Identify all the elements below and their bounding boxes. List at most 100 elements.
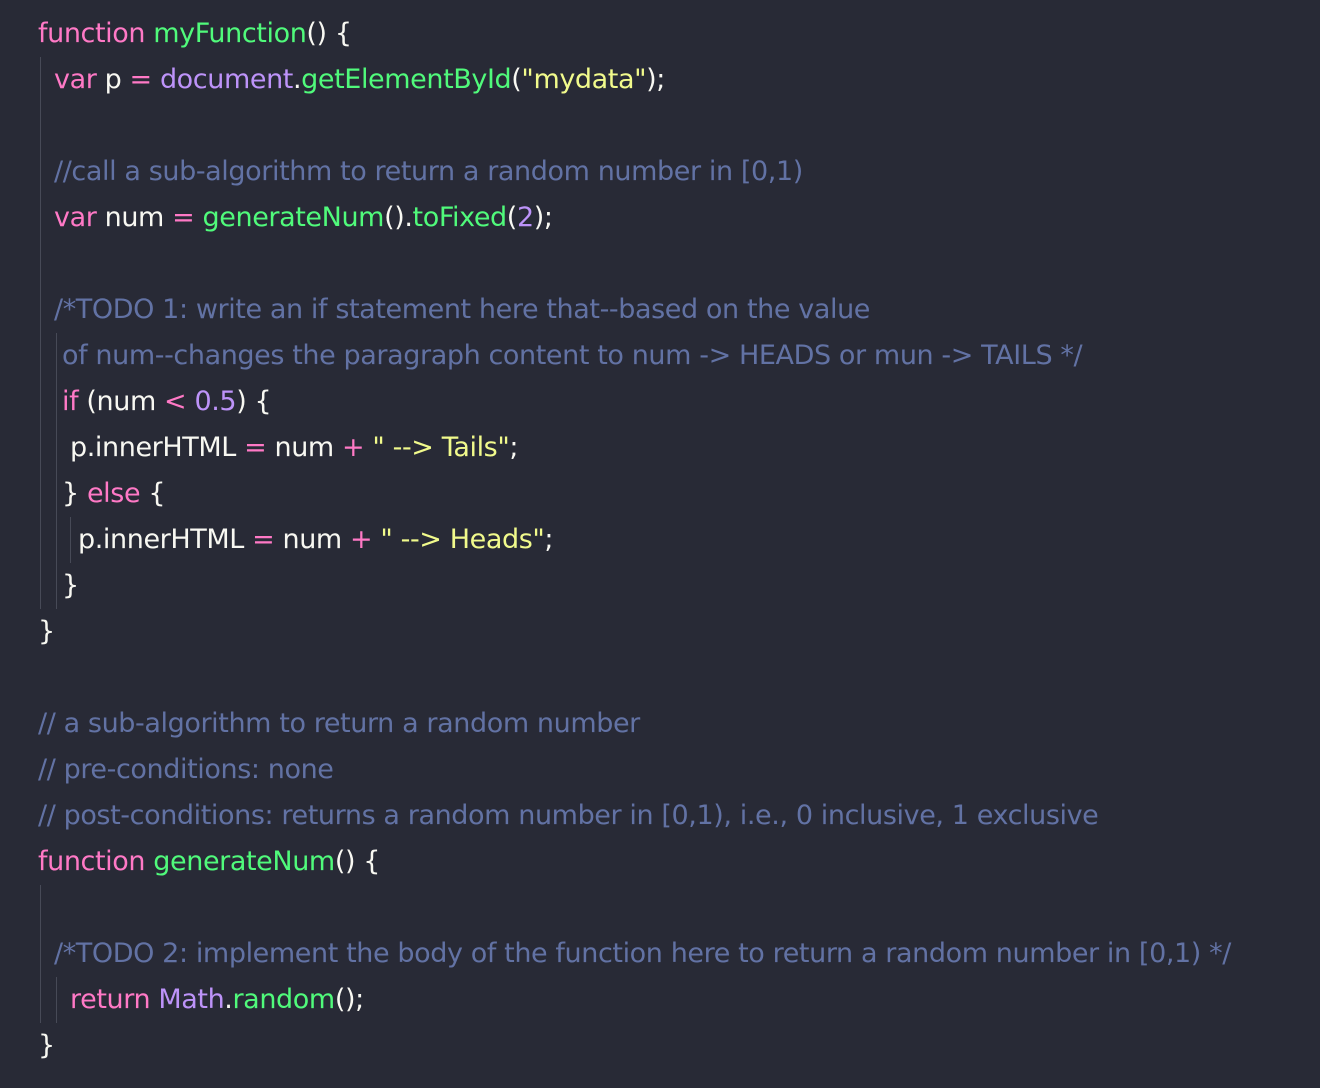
code-line: /*TODO 1: write an if statement here tha… xyxy=(0,287,1320,333)
code-token-comment: // a sub-algorithm to return a random nu… xyxy=(38,708,640,739)
indent-guide xyxy=(56,977,57,1023)
code-token-keyword: var xyxy=(54,64,105,95)
code-line: } xyxy=(0,1023,1320,1069)
code-token-keyword: else xyxy=(86,478,149,509)
indent-guide xyxy=(40,563,41,609)
code-line xyxy=(0,241,1320,287)
code-token-keyword: if xyxy=(62,386,87,417)
code-token-operator: = xyxy=(172,202,203,233)
code-token-comment: /*TODO 2: implement the body of the func… xyxy=(54,938,1231,969)
code-line xyxy=(0,885,1320,931)
code-token-operator: < xyxy=(164,386,195,417)
code-line: function generateNum() { xyxy=(0,839,1320,885)
code-line xyxy=(0,103,1320,149)
code-line: /*TODO 2: implement the body of the func… xyxy=(0,931,1320,977)
code-line-content: var p = document.getElementById("mydata"… xyxy=(54,57,665,103)
indent-guide xyxy=(56,379,57,425)
code-token-comment: of num--changes the paragraph content to… xyxy=(62,340,1083,371)
code-line-content: } xyxy=(62,563,79,609)
code-line-content: /*TODO 2: implement the body of the func… xyxy=(54,931,1231,977)
indent-guide xyxy=(40,195,41,241)
code-line: // a sub-algorithm to return a random nu… xyxy=(0,701,1320,747)
code-line-content: } else { xyxy=(62,471,166,517)
code-token-number: 2 xyxy=(516,202,534,233)
code-line: function myFunction() { xyxy=(0,11,1320,57)
code-line: //call a sub-algorithm to return a rando… xyxy=(0,149,1320,195)
code-token-default: } xyxy=(38,616,55,647)
code-token-operator: + xyxy=(350,524,381,555)
code-token-object: Math xyxy=(158,984,225,1015)
code-token-string: " --> Tails" xyxy=(372,432,510,463)
code-token-default: () { xyxy=(306,18,352,49)
code-token-default: . xyxy=(292,64,302,95)
indent-guide xyxy=(40,241,41,287)
indent-guide xyxy=(40,103,41,149)
indent-guide xyxy=(40,149,41,195)
code-token-default: () { xyxy=(334,846,381,877)
code-token-function: toFixed xyxy=(412,202,508,233)
code-token-function: getElementById xyxy=(301,64,512,95)
code-token-function: generateNum xyxy=(202,202,385,233)
code-line: var p = document.getElementById("mydata"… xyxy=(0,57,1320,103)
code-token-default: } xyxy=(62,478,87,509)
code-line: p.innerHTML = num + " --> Heads"; xyxy=(0,517,1320,563)
code-token-keyword: function xyxy=(38,846,154,877)
indent-guide xyxy=(40,977,41,1023)
code-token-comment: /*TODO 1: write an if statement here tha… xyxy=(54,294,870,325)
code-line: of num--changes the paragraph content to… xyxy=(0,333,1320,379)
code-token-object: document xyxy=(159,64,293,95)
code-token-default: num xyxy=(282,524,350,555)
code-token-default: num xyxy=(274,432,342,463)
code-token-comment: // pre-conditions: none xyxy=(38,754,334,785)
code-token-string: "mydata" xyxy=(521,64,647,95)
code-line-content: function myFunction() { xyxy=(38,11,352,57)
code-line: } else { xyxy=(0,471,1320,517)
code-token-default: { xyxy=(148,478,166,509)
code-line: p.innerHTML = num + " --> Tails"; xyxy=(0,425,1320,471)
code-line: // post-conditions: returns a random num… xyxy=(0,793,1320,839)
code-line: return Math.random(); xyxy=(0,977,1320,1023)
code-editor[interactable]: function myFunction() {var p = document.… xyxy=(0,0,1320,1088)
code-line-content: //call a sub-algorithm to return a rando… xyxy=(54,149,803,195)
code-token-default: (num xyxy=(86,386,165,417)
code-token-comment: //call a sub-algorithm to return a rando… xyxy=(54,156,803,187)
code-token-string: " --> Heads" xyxy=(380,524,545,555)
code-line-content: // post-conditions: returns a random num… xyxy=(38,793,1099,839)
indent-guide xyxy=(40,333,41,379)
indent-guide xyxy=(56,333,57,379)
indent-guide xyxy=(56,471,57,517)
code-token-function: myFunction xyxy=(153,18,307,49)
code-line-content: return Math.random(); xyxy=(70,977,364,1023)
code-token-default: } xyxy=(62,570,79,601)
code-line-content: function generateNum() { xyxy=(38,839,380,885)
code-line-content: p.innerHTML = num + " --> Heads"; xyxy=(78,517,553,563)
code-token-default: ); xyxy=(533,202,553,233)
code-token-default: ( xyxy=(506,202,518,233)
code-token-function: generateNum xyxy=(153,846,335,877)
code-line: } xyxy=(0,563,1320,609)
code-line: if (num < 0.5) { xyxy=(0,379,1320,425)
indent-guide xyxy=(40,471,41,517)
code-line-content: // pre-conditions: none xyxy=(38,747,334,793)
code-token-function: random xyxy=(232,984,335,1015)
code-token-default: (); xyxy=(334,984,364,1015)
code-token-default: (). xyxy=(384,202,413,233)
code-token-operator: = xyxy=(252,524,283,555)
code-token-default: ; xyxy=(544,524,554,555)
indent-guide xyxy=(40,287,41,333)
code-token-default: p.innerHTML xyxy=(70,432,245,463)
code-line: } xyxy=(0,609,1320,655)
code-token-default: } xyxy=(38,1030,55,1061)
code-token-operator: + xyxy=(342,432,373,463)
code-line-content: } xyxy=(38,609,55,655)
code-token-comment: // post-conditions: returns a random num… xyxy=(38,800,1099,831)
code-token-default: ( xyxy=(511,64,522,95)
code-token-number: 0.5 xyxy=(194,386,237,417)
code-token-default: num xyxy=(104,202,173,233)
code-line-content: p.innerHTML = num + " --> Tails"; xyxy=(70,425,518,471)
code-token-default: p.innerHTML xyxy=(78,524,253,555)
indent-guide xyxy=(56,563,57,609)
code-line-content: of num--changes the paragraph content to… xyxy=(62,333,1083,379)
code-token-default: p xyxy=(104,64,130,95)
indent-guide xyxy=(40,425,41,471)
